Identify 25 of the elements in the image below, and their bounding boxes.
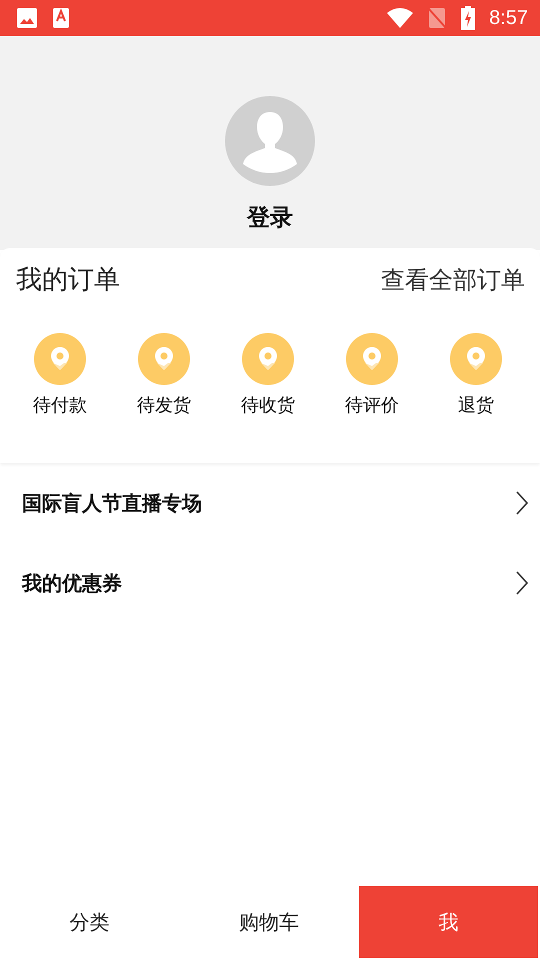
login-link[interactable]: 登录 xyxy=(247,202,293,233)
chevron-right-icon xyxy=(516,491,528,515)
nav-tab[interactable]: 我 xyxy=(358,886,538,958)
menu-item[interactable]: 国际盲人节直播专场 xyxy=(22,490,202,516)
location-pin-icon xyxy=(242,333,294,385)
location-pin-icon xyxy=(346,333,398,385)
orders-title: 我的订单 xyxy=(16,264,120,297)
battery-charging-icon xyxy=(461,6,476,30)
order-status-label[interactable]: 退货 xyxy=(458,393,494,417)
avatar-icon[interactable] xyxy=(225,96,315,186)
order-status-label[interactable]: 待收货 xyxy=(241,393,295,417)
document-icon xyxy=(52,8,70,28)
location-pin-icon xyxy=(450,333,502,385)
location-pin-icon xyxy=(138,333,190,385)
image-icon xyxy=(16,7,38,29)
no-sim-icon xyxy=(427,7,448,29)
view-all-orders-link[interactable]: 查看全部订单 xyxy=(381,264,525,296)
wifi-icon xyxy=(387,7,414,29)
chevron-right-icon xyxy=(516,571,528,595)
order-status-label[interactable]: 待付款 xyxy=(33,393,87,417)
order-status-label[interactable]: 待发货 xyxy=(137,393,191,417)
clock-time: 8:57 xyxy=(489,6,528,30)
menu-item[interactable]: 我的优惠券 xyxy=(22,570,122,596)
order-status-label[interactable]: 待评价 xyxy=(345,393,399,417)
location-pin-icon xyxy=(34,333,86,385)
